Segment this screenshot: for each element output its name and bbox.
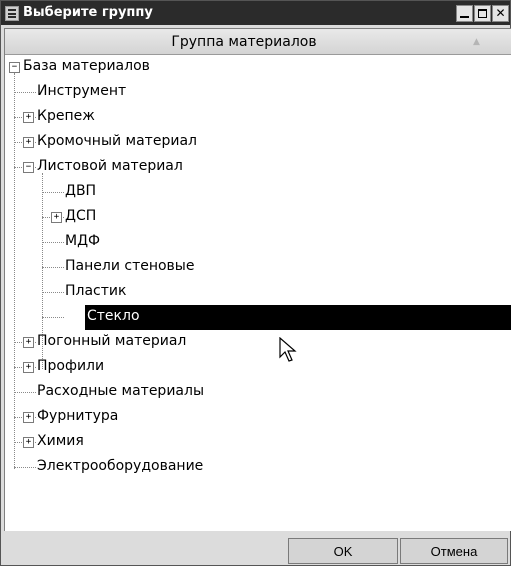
tree-item-tool[interactable]: Инструмент xyxy=(5,80,511,105)
tree-item-label: Инструмент xyxy=(37,83,127,99)
column-header[interactable]: Группа материалов ▲ xyxy=(5,29,511,55)
tree-item-edge-material[interactable]: + Кромочный материал xyxy=(5,130,511,155)
app-icon xyxy=(5,6,19,21)
tree-item-label: Панели стеновые xyxy=(65,258,195,274)
tree-item-fittings[interactable]: + Фурнитура xyxy=(5,405,511,430)
close-button[interactable]: ✕ xyxy=(492,5,509,22)
sort-ascending-icon: ▲ xyxy=(473,37,480,47)
tree-item-materials-base[interactable]: − База материалов xyxy=(5,55,511,80)
tree-item-electrical[interactable]: Электрооборудование xyxy=(5,455,511,480)
window-title: Выберите группу xyxy=(23,5,153,20)
tree-item-consumables[interactable]: Расходные материалы xyxy=(5,380,511,405)
tree-item-profiles[interactable]: + Профили xyxy=(5,355,511,380)
tree-item-label: ДСП xyxy=(65,208,97,224)
tree-item-linear-material[interactable]: + Погонный материал xyxy=(5,330,511,355)
collapse-icon[interactable]: − xyxy=(23,162,34,173)
cancel-button[interactable]: Отмена xyxy=(400,538,508,564)
maximize-button[interactable] xyxy=(474,5,491,22)
tree-item-label: Расходные материалы xyxy=(37,383,204,399)
tree-item-chemicals[interactable]: + Химия xyxy=(5,430,511,455)
tree-item-label: Крепеж xyxy=(37,108,95,124)
tree-item-hardboard[interactable]: ДВП xyxy=(5,180,511,205)
tree-item-label: Кромочный материал xyxy=(37,133,197,149)
expand-icon[interactable]: + xyxy=(51,212,62,223)
expand-icon[interactable]: + xyxy=(23,412,34,423)
dialog-window: Выберите группу ✕ Группа материалов ▲ − … xyxy=(0,0,511,566)
expand-icon[interactable]: + xyxy=(23,137,34,148)
collapse-icon[interactable]: − xyxy=(9,62,20,73)
mouse-pointer-icon xyxy=(279,337,297,362)
close-icon: ✕ xyxy=(495,6,506,20)
tree-item-label: Электрооборудование xyxy=(37,458,204,474)
tree-view[interactable]: Группа материалов ▲ − База материалов Ин… xyxy=(4,28,511,531)
tree-item-label: Стекло xyxy=(87,308,140,324)
tree-item-chipboard[interactable]: + ДСП xyxy=(5,205,511,230)
tree-item-label: Химия xyxy=(37,433,84,449)
tree-item-label: Погонный материал xyxy=(37,333,187,349)
column-header-label: Группа материалов xyxy=(171,34,317,50)
minimize-button[interactable] xyxy=(456,5,473,22)
expand-icon[interactable]: + xyxy=(23,437,34,448)
tree-item-glass[interactable]: Стекло xyxy=(5,305,511,330)
tree-item-plastic[interactable]: Пластик xyxy=(5,280,511,305)
tree-item-label: База материалов xyxy=(23,58,150,74)
minimize-icon xyxy=(460,16,469,18)
tree-nodes: − База материалов Инструмент + Крепеж + … xyxy=(5,55,511,531)
expand-icon[interactable]: + xyxy=(23,362,34,373)
dialog-footer: OK Отмена xyxy=(1,533,510,565)
tree-item-wall-panels[interactable]: Панели стеновые xyxy=(5,255,511,280)
tree-item-label: Профили xyxy=(37,358,105,374)
tree-item-label: Листовой материал xyxy=(37,158,183,174)
title-bar[interactable]: Выберите группу ✕ xyxy=(1,1,510,25)
tree-item-label: МДФ xyxy=(65,233,101,249)
tree-item-label: Пластик xyxy=(65,283,127,299)
ok-button[interactable]: OK xyxy=(288,538,398,564)
expand-icon[interactable]: + xyxy=(23,112,34,123)
tree-item-sheet-material[interactable]: − Листовой материал xyxy=(5,155,511,180)
tree-item-fasteners[interactable]: + Крепеж xyxy=(5,105,511,130)
tree-item-label: ДВП xyxy=(65,183,97,199)
tree-item-label: Фурнитура xyxy=(37,408,119,424)
tree-item-mdf[interactable]: МДФ xyxy=(5,230,511,255)
maximize-icon xyxy=(478,9,487,18)
expand-icon[interactable]: + xyxy=(23,337,34,348)
